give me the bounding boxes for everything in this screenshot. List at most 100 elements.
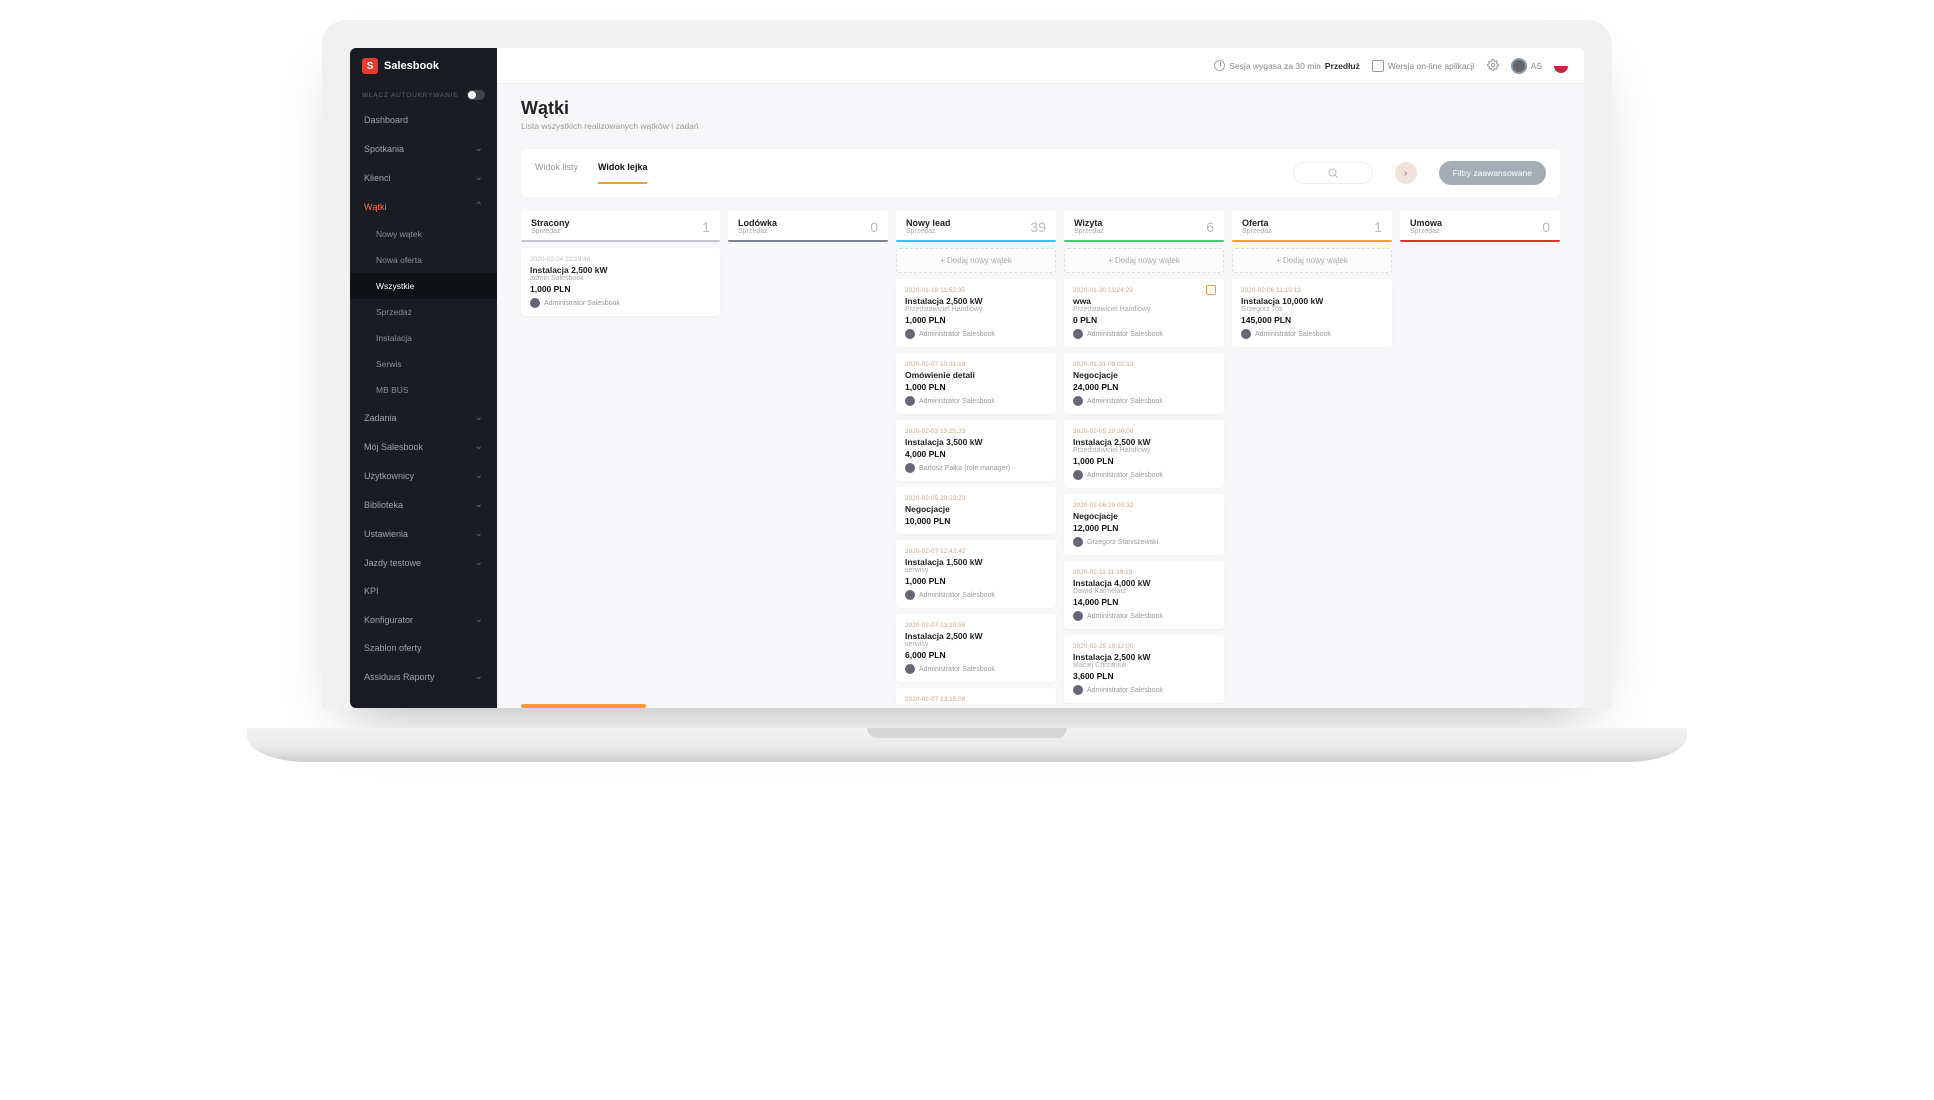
brand-name: Salesbook	[384, 60, 439, 72]
kanban-card[interactable]: 2020-02-03 13:25:33Instalacja 3,500 kW4,…	[896, 420, 1056, 481]
kanban-card[interactable]: 2020-02-07 13:10:56Instalacja 2,500 kWse…	[896, 614, 1056, 682]
sidebar-item[interactable]: KPI	[350, 577, 497, 605]
avatar-icon	[1073, 537, 1083, 547]
column-header[interactable]: Nowy lead Sprzedaż 39	[896, 211, 1056, 242]
card-date: 2020-02-24 22:19:46	[530, 256, 711, 263]
settings-button[interactable]	[1487, 59, 1499, 73]
sidebar-item-label: Klienci	[364, 173, 391, 183]
sidebar-item-label: Użytkownicy	[364, 471, 414, 481]
sidebar-item[interactable]: Szablon oferty	[350, 634, 497, 662]
add-thread-button[interactable]: + Dodaj nowy wątek	[1232, 248, 1392, 273]
chevron-down-icon: ⌄	[475, 412, 483, 423]
kanban-card[interactable]: 2020-02-25 10:12:00Instalacja 2,500 kWMa…	[1064, 635, 1224, 703]
kanban-card[interactable]: 2020-02-07 12:43:42Instalacja 1,500 kWse…	[896, 540, 1056, 608]
column-count: 0	[870, 219, 878, 235]
sidebar-item[interactable]: Wątki⌃	[350, 192, 497, 221]
sidebar-item[interactable]: Dashboard	[350, 106, 497, 134]
avatar-icon	[905, 329, 915, 339]
card-date: 2020-02-11 11:19:19	[1073, 569, 1215, 576]
kanban-card[interactable]: 2020-02-06 11:19:13Instalacja 10,000 kWG…	[1232, 279, 1392, 347]
user-menu[interactable]: AS	[1511, 58, 1542, 74]
kanban-card[interactable]: 2020-02-24 22:19:46Instalacja 2,500 kWad…	[521, 248, 720, 316]
column-count: 1	[1374, 219, 1382, 235]
card-owner: Administrator Salesbook	[530, 298, 711, 308]
kanban-card[interactable]: 2020-02-05 20:30:00Instalacja 2,500 kWPr…	[1064, 420, 1224, 488]
column-subtitle: Sprzedaż	[1410, 228, 1442, 235]
kanban-card[interactable]: 2020-02-05 20:23:23Negocjacje10,000 PLN	[896, 487, 1056, 534]
sidebar-subitem[interactable]: Sprzedaż	[350, 299, 497, 325]
brand[interactable]: S Salesbook	[350, 48, 497, 84]
column-header[interactable]: Lodówka Sprzedaż 0	[728, 211, 888, 242]
sidebar-item[interactable]: Konfigurator⌄	[350, 605, 497, 634]
sidebar-item[interactable]: Spotkania⌄	[350, 134, 497, 163]
kanban-card[interactable]: 2020-01-30 11:24:29wwaPrzedstawiciel Han…	[1064, 279, 1224, 347]
plus-icon: +	[1276, 256, 1283, 265]
card-subtitle: admin Salesbook	[530, 275, 711, 282]
chevron-down-icon: ⌄	[475, 614, 483, 625]
sidebar-item[interactable]: Klienci⌄	[350, 163, 497, 192]
kanban-card[interactable]: 2020-01-18 11:52:35Instalacja 2,500 kWPr…	[896, 279, 1056, 347]
avatar-icon	[1073, 470, 1083, 480]
column-header[interactable]: Oferta Sprzedaż 1	[1232, 211, 1392, 242]
autohide-toggle[interactable]	[467, 90, 485, 100]
advanced-filters-button[interactable]: Filtry zaawansowane	[1439, 161, 1546, 185]
avatar-icon	[905, 463, 915, 473]
kanban-card[interactable]: 2020-02-07 13:15:08Wymiana instalacjiser…	[896, 688, 1056, 704]
sidebar-item[interactable]: Zadania⌄	[350, 403, 497, 432]
sidebar-item[interactable]: Mój Salesbook⌄	[350, 432, 497, 461]
card-owner: Bartosz Pałka (role manager)	[905, 463, 1047, 473]
sidebar-subitem[interactable]: Nowa oferta	[350, 247, 497, 273]
sidebar-item[interactable]: Ustawienia⌄	[350, 519, 497, 548]
column-header[interactable]: Wizyta Sprzedaż 6	[1064, 211, 1224, 242]
card-date: 2020-01-30 11:24:29	[1073, 287, 1215, 294]
online-version-link[interactable]: Wersja on-line aplikacji	[1372, 60, 1475, 72]
avatar-icon	[905, 396, 915, 406]
calendar-icon	[1206, 285, 1216, 295]
sidebar-subitem[interactable]: Instalacja	[350, 325, 497, 351]
kanban-column: Oferta Sprzedaż 1 + Dodaj nowy wątek 2020-…	[1232, 211, 1392, 696]
kanban-card[interactable]: 2020-02-11 11:19:19Instalacja 4,000 kWDa…	[1064, 561, 1224, 629]
plus-icon: +	[1108, 256, 1115, 265]
sidebar-item-label: Jazdy testowe	[364, 558, 421, 568]
sidebar-subitem[interactable]: MB BUS	[350, 377, 497, 403]
sidebar-subitem[interactable]: Nowy wątek	[350, 221, 497, 247]
kanban-column: Lodówka Sprzedaż 0	[728, 211, 888, 696]
card-subtitle: Przedstawiciel Handlowy	[1073, 306, 1215, 313]
expand-search-button[interactable]: ›	[1395, 162, 1417, 184]
add-thread-button[interactable]: + Dodaj nowy wątek	[896, 248, 1056, 273]
view-tab[interactable]: Widok lejka	[598, 162, 647, 184]
view-tab[interactable]: Widok listy	[535, 162, 578, 184]
card-subtitle: serwisy	[905, 567, 1047, 574]
kanban-card[interactable]: 2020-01-31 09:02:13Negocjacje24,000 PLNA…	[1064, 353, 1224, 414]
card-title: Negocjacje	[1073, 511, 1215, 521]
card-date: 2020-02-07 13:15:08	[905, 696, 1047, 703]
card-date: 2020-02-06 20:03:32	[1073, 502, 1215, 509]
card-amount: 1,000 PLN	[905, 315, 1047, 325]
column-header[interactable]: Stracony Sprzedaż 1	[521, 211, 720, 242]
kanban-card[interactable]: 2020-02-06 20:03:32Negocjacje12,000 PLNG…	[1064, 494, 1224, 555]
add-thread-button[interactable]: + Dodaj nowy wątek	[1064, 248, 1224, 273]
sidebar-subitem[interactable]: Wszystkie	[350, 273, 497, 299]
language-flag-icon[interactable]	[1554, 59, 1568, 73]
sidebar-nav: DashboardSpotkania⌄Klienci⌄Wątki⌃Nowy wą…	[350, 106, 497, 708]
sidebar-subitem[interactable]: Serwis	[350, 351, 497, 377]
column-header[interactable]: Umowa Sprzedaż 0	[1400, 211, 1560, 242]
column-count: 39	[1030, 219, 1046, 235]
main: Sesja wygasa za 30 min Przedłuż Wersja o…	[497, 48, 1584, 708]
card-title: Instalacja 3,500 kW	[905, 437, 1047, 447]
sidebar-item[interactable]: Użytkownicy⌄	[350, 461, 497, 490]
sidebar-item[interactable]: Assiduus Raporty⌄	[350, 662, 497, 691]
search-input[interactable]	[1293, 162, 1373, 184]
sidebar-item[interactable]: Jazdy testowe ⌄	[350, 548, 497, 577]
autohide-row: WŁĄCZ AUTOUKRYWANIE	[350, 84, 497, 106]
card-title: Negocjacje	[905, 504, 1047, 514]
card-date: 2020-02-07 13:10:56	[905, 622, 1047, 629]
kanban-card[interactable]: 2020-02-07 10:31:18Omówienie detali1,000…	[896, 353, 1056, 414]
clock-icon	[1214, 60, 1225, 71]
extend-session-link[interactable]: Przedłuż	[1325, 61, 1360, 71]
chevron-down-icon: ⌄	[475, 557, 483, 568]
sidebar-item[interactable]: Biblioteka⌄	[350, 490, 497, 519]
column-count: 1	[702, 219, 710, 235]
card-date: 2020-01-18 11:52:35	[905, 287, 1047, 294]
column-subtitle: Sprzedaż	[906, 228, 951, 235]
